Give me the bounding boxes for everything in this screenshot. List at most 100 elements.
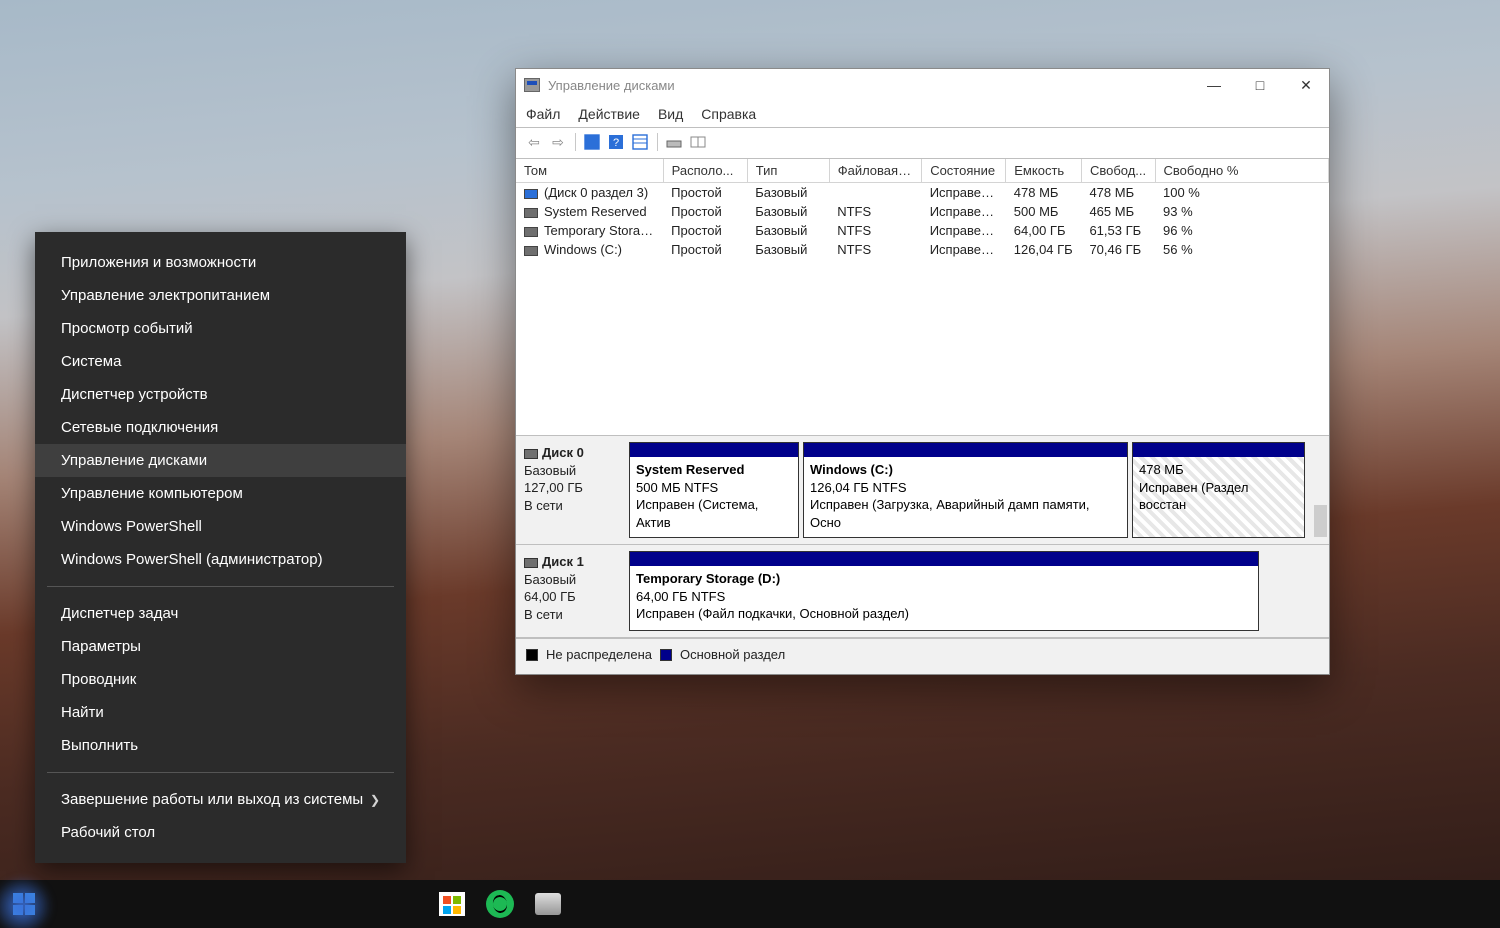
winx-item[interactable]: Windows PowerShell (администратор) [35, 543, 406, 576]
menu-separator [47, 586, 394, 587]
partition-bar [630, 443, 798, 457]
partition[interactable]: Windows (C:)126,04 ГБ NTFSИсправен (Загр… [803, 442, 1128, 538]
volume-icon [524, 189, 538, 199]
disk-partitions: System Reserved500 МБ NTFSИсправен (Сист… [627, 436, 1329, 544]
winx-item[interactable]: Приложения и возможности [35, 246, 406, 279]
column-header[interactable]: Свобод... [1081, 159, 1155, 183]
winx-item[interactable]: Найти [35, 696, 406, 729]
winx-item[interactable]: Управление дисками [35, 444, 406, 477]
cell: 70,46 ГБ [1081, 240, 1155, 259]
cell: 100 % [1155, 183, 1329, 203]
volume-row[interactable]: Windows (C:)ПростойБазовыйNTFSИсправен..… [516, 240, 1329, 259]
winx-item-label: Завершение работы или выход из системы [61, 791, 363, 808]
cell: Исправен... [922, 221, 1006, 240]
winx-item[interactable]: Управление электропитанием [35, 279, 406, 312]
cell: NTFS [829, 221, 921, 240]
column-header[interactable]: Файловая с... [829, 159, 921, 183]
winx-item[interactable]: Windows PowerShell [35, 510, 406, 543]
partition-bar [804, 443, 1127, 457]
cell: Базовый [747, 202, 829, 221]
column-header[interactable]: Том [516, 159, 663, 183]
list-icon[interactable] [630, 132, 650, 152]
volume-row[interactable]: System ReservedПростойБазовыйNTFSИсправе… [516, 202, 1329, 221]
winx-item-label: Рабочий стол [61, 824, 155, 841]
partition-bar [1133, 443, 1304, 457]
column-header[interactable]: Состояние [922, 159, 1006, 183]
cell: 93 % [1155, 202, 1329, 221]
winx-item[interactable]: Сетевые подключения [35, 411, 406, 444]
winx-item-label: Windows PowerShell (администратор) [61, 551, 323, 568]
menu-item[interactable]: Действие [578, 106, 640, 122]
toolbar-separator [572, 132, 578, 152]
winx-item-label: Управление электропитанием [61, 287, 270, 304]
taskbar-app[interactable] [524, 880, 572, 928]
disk-graphical-view: Диск 0Базовый127,00 ГБВ сетиSystem Reser… [516, 435, 1329, 638]
winx-item[interactable]: Система [35, 345, 406, 378]
svg-text:?: ? [613, 137, 619, 149]
taskbar-store[interactable] [428, 880, 476, 928]
cell: Простой [663, 221, 747, 240]
maximize-button[interactable]: □ [1237, 69, 1283, 101]
panel-icon[interactable] [688, 132, 708, 152]
partition[interactable]: 478 МБИсправен (Раздел восстан [1132, 442, 1305, 538]
column-header[interactable]: Емкость [1006, 159, 1082, 183]
partition[interactable]: Temporary Storage (D:)64,00 ГБ NTFSИспра… [629, 551, 1259, 631]
winx-item-label: Система [61, 353, 121, 370]
cell: 64,00 ГБ [1006, 221, 1082, 240]
winx-item[interactable]: Диспетчер устройств [35, 378, 406, 411]
toolbar: ⇦ ⇨ ? [516, 127, 1329, 159]
disk-header[interactable]: Диск 0Базовый127,00 ГБВ сети [516, 436, 627, 544]
winx-item-label: Найти [61, 704, 104, 721]
titlebar[interactable]: Управление дисками — □ ✕ [516, 69, 1329, 101]
menu-item[interactable]: Вид [658, 106, 683, 122]
partition-label: 478 МБИсправен (Раздел восстан [1133, 457, 1304, 520]
winx-item[interactable]: Выполнить [35, 729, 406, 762]
winx-item[interactable]: Проводник [35, 663, 406, 696]
menu-item[interactable]: Файл [526, 106, 560, 122]
cell: 56 % [1155, 240, 1329, 259]
disk-management-window: Управление дисками — □ ✕ Файл Действие Вид… [515, 68, 1330, 675]
volume-list[interactable]: ТомРасполо...ТипФайловая с...СостояниеЕм… [516, 159, 1329, 435]
minimize-button[interactable]: — [1191, 69, 1237, 101]
column-header[interactable]: Тип [747, 159, 829, 183]
close-button[interactable]: ✕ [1283, 69, 1329, 101]
partition-bar [630, 552, 1258, 566]
disk-icon[interactable] [664, 132, 684, 152]
disk-icon [524, 558, 538, 568]
winx-item[interactable]: Рабочий стол [35, 816, 406, 849]
scroll-thumb[interactable] [1314, 505, 1327, 537]
winx-item[interactable]: Управление компьютером [35, 477, 406, 510]
winx-item[interactable]: Завершение работы или выход из системы ❯ [35, 783, 406, 816]
winx-item-label: Выполнить [61, 737, 138, 754]
cell: Исправен... [922, 183, 1006, 203]
partition-label: Temporary Storage (D:)64,00 ГБ NTFSИспра… [630, 566, 1258, 629]
volume-row[interactable]: Temporary Storag...ПростойБазовыйNTFSИсп… [516, 221, 1329, 240]
partition[interactable]: System Reserved500 МБ NTFSИсправен (Сист… [629, 442, 799, 538]
taskbar [0, 880, 1500, 928]
winx-item-label: Управление дисками [61, 452, 207, 469]
column-header[interactable]: Свободно % [1155, 159, 1329, 183]
winx-menu: Приложения и возможности Управление элект… [35, 232, 406, 863]
winx-item-label: Диспетчер устройств [61, 386, 208, 403]
volume-icon [524, 227, 538, 237]
taskbar-spotify[interactable] [476, 880, 524, 928]
menu-item[interactable]: Справка [701, 106, 756, 122]
winx-item-label: Windows PowerShell [61, 518, 202, 535]
winx-item-label: Диспетчер задач [61, 605, 178, 622]
chevron-right-icon: ❯ [370, 793, 380, 807]
winx-item[interactable]: Параметры [35, 630, 406, 663]
winx-item[interactable]: Диспетчер задач [35, 597, 406, 630]
forward-icon[interactable]: ⇨ [548, 132, 568, 152]
cell: 500 МБ [1006, 202, 1082, 221]
winx-item[interactable]: Просмотр событий [35, 312, 406, 345]
back-icon[interactable]: ⇦ [524, 132, 544, 152]
help-icon[interactable]: ? [606, 132, 626, 152]
volume-icon [524, 208, 538, 218]
window-controls: — □ ✕ [1191, 69, 1329, 101]
cell: Базовый [747, 240, 829, 259]
disk-header[interactable]: Диск 1Базовый64,00 ГБВ сети [516, 545, 627, 637]
volume-row[interactable]: (Диск 0 раздел 3)ПростойБазовыйИсправен.… [516, 183, 1329, 203]
menu-separator [47, 772, 394, 773]
grid-icon[interactable] [582, 132, 602, 152]
column-header[interactable]: Располо... [663, 159, 747, 183]
